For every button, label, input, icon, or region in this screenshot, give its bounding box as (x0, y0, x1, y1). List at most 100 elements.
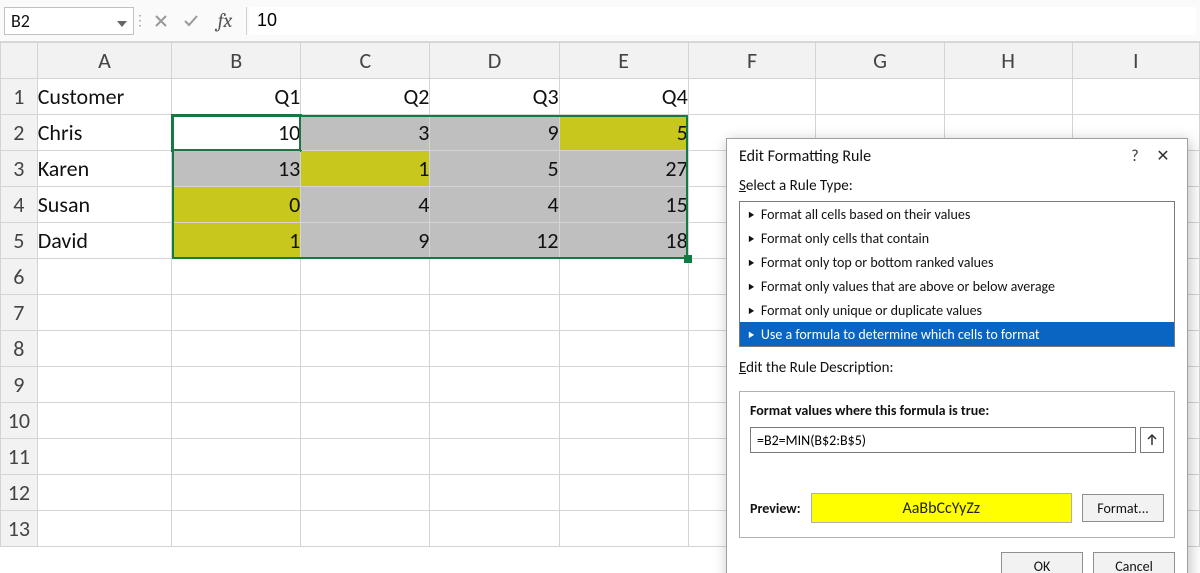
cell-A3[interactable]: Karen (37, 151, 171, 187)
cell-A7[interactable] (37, 295, 171, 331)
column-header-G[interactable]: G (816, 43, 944, 79)
name-box[interactable]: B2 (4, 7, 134, 35)
cell-C2[interactable]: 3 (301, 115, 430, 151)
cell-A13[interactable] (37, 511, 171, 547)
cell-H1[interactable] (944, 79, 1072, 115)
cell-A10[interactable] (37, 403, 171, 439)
row-header-8[interactable]: 8 (1, 331, 38, 367)
rule-type-option[interactable]: ►Format only unique or duplicate values (740, 298, 1174, 322)
cell-B12[interactable] (172, 475, 301, 511)
cell-B10[interactable] (172, 403, 301, 439)
cell-E4[interactable]: 15 (559, 187, 688, 223)
column-header-A[interactable]: A (37, 43, 171, 79)
name-box-dropdown-icon[interactable] (117, 10, 127, 32)
cell-D10[interactable] (430, 403, 559, 439)
select-all-corner[interactable] (1, 43, 38, 79)
cell-G1[interactable] (816, 79, 944, 115)
row-header-11[interactable]: 11 (1, 439, 38, 475)
cell-E1[interactable]: Q4 (559, 79, 688, 115)
formula-input[interactable] (249, 7, 1196, 35)
row-header-13[interactable]: 13 (1, 511, 38, 547)
cell-E8[interactable] (559, 331, 688, 367)
selection-fill-handle[interactable] (684, 255, 692, 263)
cell-D3[interactable]: 5 (430, 151, 559, 187)
collapse-dialog-icon[interactable] (1140, 427, 1164, 453)
ok-button[interactable]: OK (1001, 552, 1083, 573)
column-header-I[interactable]: I (1072, 43, 1199, 79)
cell-D4[interactable]: 4 (430, 187, 559, 223)
cell-D1[interactable]: Q3 (430, 79, 559, 115)
rule-type-option[interactable]: ►Use a formula to determine which cells … (740, 322, 1174, 346)
cell-D11[interactable] (430, 439, 559, 475)
cell-D12[interactable] (430, 475, 559, 511)
cell-E12[interactable] (559, 475, 688, 511)
column-header-E[interactable]: E (559, 43, 688, 79)
cell-B5[interactable]: 1 (172, 223, 301, 259)
cell-D2[interactable]: 9 (430, 115, 559, 151)
cell-B8[interactable] (172, 331, 301, 367)
cell-B4[interactable]: 0 (172, 187, 301, 223)
rule-formula-input[interactable] (750, 427, 1136, 453)
dialog-help-button[interactable]: ? (1121, 142, 1149, 170)
cell-C10[interactable] (301, 403, 430, 439)
cell-E7[interactable] (559, 295, 688, 331)
row-header-4[interactable]: 4 (1, 187, 38, 223)
cell-B3[interactable]: 13 (172, 151, 301, 187)
format-button[interactable]: Format... (1082, 494, 1164, 522)
row-header-6[interactable]: 6 (1, 259, 38, 295)
row-header-9[interactable]: 9 (1, 367, 38, 403)
cell-D7[interactable] (430, 295, 559, 331)
cell-B11[interactable] (172, 439, 301, 475)
cell-E13[interactable] (559, 511, 688, 547)
cell-E2[interactable]: 5 (559, 115, 688, 151)
cell-A11[interactable] (37, 439, 171, 475)
row-header-10[interactable]: 10 (1, 403, 38, 439)
rule-type-list[interactable]: ►Format all cells based on their values►… (739, 201, 1175, 347)
row-header-12[interactable]: 12 (1, 475, 38, 511)
cell-D9[interactable] (430, 367, 559, 403)
cell-C4[interactable]: 4 (301, 187, 430, 223)
cell-E11[interactable] (559, 439, 688, 475)
column-header-B[interactable]: B (172, 43, 301, 79)
cell-B6[interactable] (172, 259, 301, 295)
cell-E5[interactable]: 18 (559, 223, 688, 259)
cell-E3[interactable]: 27 (559, 151, 688, 187)
cell-A9[interactable] (37, 367, 171, 403)
cell-I1[interactable] (1072, 79, 1199, 115)
row-header-7[interactable]: 7 (1, 295, 38, 331)
cell-F1[interactable] (688, 79, 816, 115)
cell-C9[interactable] (301, 367, 430, 403)
cell-E6[interactable] (559, 259, 688, 295)
cell-B1[interactable]: Q1 (172, 79, 301, 115)
cell-D6[interactable] (430, 259, 559, 295)
cell-A2[interactable]: Chris (37, 115, 171, 151)
rule-type-option[interactable]: ►Format only cells that contain (740, 226, 1174, 250)
rule-type-option[interactable]: ►Format all cells based on their values (740, 202, 1174, 226)
cell-C13[interactable] (301, 511, 430, 547)
row-header-2[interactable]: 2 (1, 115, 38, 151)
cell-B2[interactable]: 10 (172, 115, 301, 151)
cell-A12[interactable] (37, 475, 171, 511)
confirm-edit-icon[interactable] (176, 7, 206, 35)
cancel-button[interactable]: Cancel (1093, 552, 1175, 573)
cell-A6[interactable] (37, 259, 171, 295)
cell-D8[interactable] (430, 331, 559, 367)
cell-A1[interactable]: Customer (37, 79, 171, 115)
cell-B9[interactable] (172, 367, 301, 403)
cancel-edit-icon[interactable] (146, 7, 176, 35)
row-header-3[interactable]: 3 (1, 151, 38, 187)
dialog-titlebar[interactable]: Edit Formatting Rule ? ✕ (727, 139, 1187, 173)
cell-D5[interactable]: 12 (430, 223, 559, 259)
column-header-H[interactable]: H (944, 43, 1072, 79)
cell-C6[interactable] (301, 259, 430, 295)
cell-C11[interactable] (301, 439, 430, 475)
dialog-close-button[interactable]: ✕ (1149, 142, 1177, 170)
rule-type-option[interactable]: ►Format only values that are above or be… (740, 274, 1174, 298)
cell-B7[interactable] (172, 295, 301, 331)
cell-E10[interactable] (559, 403, 688, 439)
cell-C3[interactable]: 1 (301, 151, 430, 187)
cell-A4[interactable]: Susan (37, 187, 171, 223)
row-header-1[interactable]: 1 (1, 79, 38, 115)
column-header-F[interactable]: F (688, 43, 816, 79)
insert-function-button[interactable]: fx (206, 7, 244, 35)
